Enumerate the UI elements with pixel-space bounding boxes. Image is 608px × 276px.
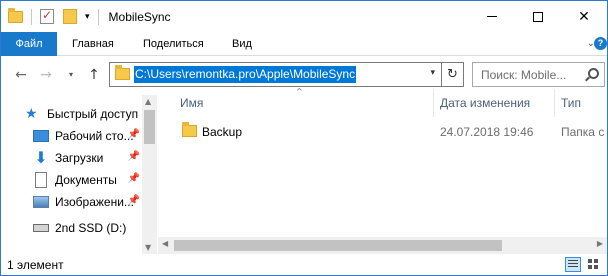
- ribbon-tabs: Файл Главная Поделиться Вид ⌄ ?: [1, 32, 607, 56]
- desktop-icon: [33, 130, 49, 142]
- sidebar-item-desktop[interactable]: Рабочий сто... 📌: [1, 125, 142, 147]
- address-bar[interactable]: C:\Users\remontka.pro\Apple\MobileSync ▾: [109, 62, 442, 87]
- arrow-right-icon: →: [40, 67, 52, 83]
- minimize-icon: [487, 16, 497, 17]
- sidebar-item-drive-d[interactable]: 2nd SSD (D:): [1, 217, 142, 239]
- address-path[interactable]: C:\Users\remontka.pro\Apple\MobileSync: [134, 66, 357, 83]
- horizontal-scrollbar[interactable]: ◀ ▶: [158, 237, 607, 254]
- help-icon[interactable]: ?: [594, 37, 607, 50]
- sidebar-item-label: Рабочий сто...: [55, 129, 134, 143]
- up-button[interactable]: ↑: [85, 65, 103, 85]
- column-header-name[interactable]: Имя: [180, 89, 203, 117]
- refresh-icon: ↻: [447, 67, 458, 82]
- column-divider[interactable]: [433, 89, 434, 117]
- file-name: Backup: [202, 125, 243, 139]
- pictures-icon: [33, 196, 49, 208]
- divider: [31, 8, 32, 25]
- file-date: 24.07.2018 19:46: [440, 125, 534, 139]
- maximize-icon: [533, 11, 543, 22]
- tab-view[interactable]: Вид: [232, 32, 252, 56]
- chevron-down-icon: ▾: [68, 70, 73, 79]
- sort-ascending-icon: ^: [296, 87, 303, 96]
- scroll-right-icon[interactable]: ▶: [597, 239, 603, 248]
- sidebar-item-label: 2nd SSD (D:): [55, 221, 127, 235]
- explorer-window: ▾ MobileSync ✕ Файл Главная Поделиться В…: [0, 0, 608, 276]
- folder-icon: [182, 122, 197, 137]
- new-folder-icon[interactable]: [63, 9, 77, 24]
- properties-icon[interactable]: [40, 8, 54, 24]
- arrow-up-icon: ↑: [88, 67, 100, 83]
- navigation-scrollbar[interactable]: ▲ ▼: [142, 95, 157, 254]
- maximize-button[interactable]: [515, 1, 561, 32]
- sidebar-item-documents[interactable]: Документы 📌: [1, 169, 142, 191]
- drive-icon: [33, 224, 49, 232]
- tab-share[interactable]: Поделиться: [143, 32, 204, 56]
- customize-toolbar-dropdown[interactable]: ▾: [85, 12, 90, 22]
- file-row[interactable]: Backup 24.07.2018 19:46 Папка с ф: [158, 121, 608, 143]
- details-view-icon[interactable]: [565, 257, 581, 272]
- pin-icon: 📌: [127, 151, 140, 162]
- scrollbar-thumb[interactable]: [144, 110, 155, 144]
- navigation-pane: ★ Быстрый доступ Рабочий сто... 📌 ⬇ Загр…: [1, 95, 157, 254]
- downloads-icon: ⬇: [34, 148, 48, 167]
- sidebar-item-pictures[interactable]: Изображени... 📌: [1, 191, 142, 213]
- tab-home[interactable]: Главная: [72, 32, 114, 56]
- column-header-date[interactable]: Дата изменения: [440, 89, 530, 117]
- sidebar-item-label: Загрузки: [55, 151, 104, 165]
- arrow-left-icon: ←: [15, 67, 27, 83]
- search-icon: [588, 68, 599, 79]
- search-input[interactable]: Поиск: Mobile...: [481, 68, 566, 82]
- large-icons-view-icon[interactable]: [585, 257, 601, 272]
- pin-icon: 📌: [127, 129, 140, 140]
- column-divider[interactable]: [554, 89, 555, 117]
- sidebar-item-label: Документы: [55, 173, 117, 187]
- sidebar-item-downloads[interactable]: ⬇ Загрузки 📌: [1, 147, 142, 169]
- back-button[interactable]: ←: [12, 65, 30, 85]
- tab-file[interactable]: Файл: [1, 32, 57, 56]
- item-count: 1 элемент: [7, 258, 64, 272]
- folder-icon: [8, 7, 23, 23]
- recent-locations-dropdown[interactable]: ▾: [65, 65, 77, 85]
- chevron-down-icon[interactable]: ▾: [430, 68, 435, 78]
- search-box[interactable]: Поиск: Mobile...: [472, 62, 605, 87]
- sidebar-item-label: Быстрый доступ: [47, 107, 139, 121]
- folder-icon: [115, 65, 130, 80]
- refresh-button[interactable]: ↻: [442, 62, 464, 87]
- scroll-up-icon[interactable]: ▲: [145, 97, 151, 106]
- status-bar: 1 элемент: [1, 255, 607, 275]
- title-bar: ▾ MobileSync ✕: [1, 1, 607, 32]
- pin-icon: 📌: [127, 195, 140, 206]
- scroll-down-icon[interactable]: ▼: [145, 243, 151, 252]
- star-icon: ★: [25, 106, 38, 122]
- sidebar-item-label: Изображени...: [55, 195, 134, 209]
- forward-button[interactable]: →: [37, 65, 55, 85]
- sidebar-item-quick-access[interactable]: ★ Быстрый доступ: [1, 103, 142, 125]
- window-title: MobileSync: [108, 9, 171, 24]
- documents-icon: [35, 172, 47, 188]
- scroll-left-icon[interactable]: ◀: [162, 239, 168, 248]
- close-button[interactable]: ✕: [561, 1, 607, 32]
- close-icon: ✕: [578, 8, 590, 25]
- window-controls: ✕: [469, 1, 607, 32]
- file-list: ^ Имя Дата изменения Тип Backup 24.07.20…: [158, 87, 608, 254]
- pin-icon: 📌: [127, 173, 140, 184]
- divider: [97, 8, 99, 25]
- minimize-button[interactable]: [469, 1, 515, 32]
- scrollbar-thumb[interactable]: [174, 240, 502, 251]
- file-type: Папка с ф: [561, 125, 608, 139]
- quick-access-toolbar: ▾: [8, 7, 90, 25]
- column-header-type[interactable]: Тип: [561, 89, 581, 117]
